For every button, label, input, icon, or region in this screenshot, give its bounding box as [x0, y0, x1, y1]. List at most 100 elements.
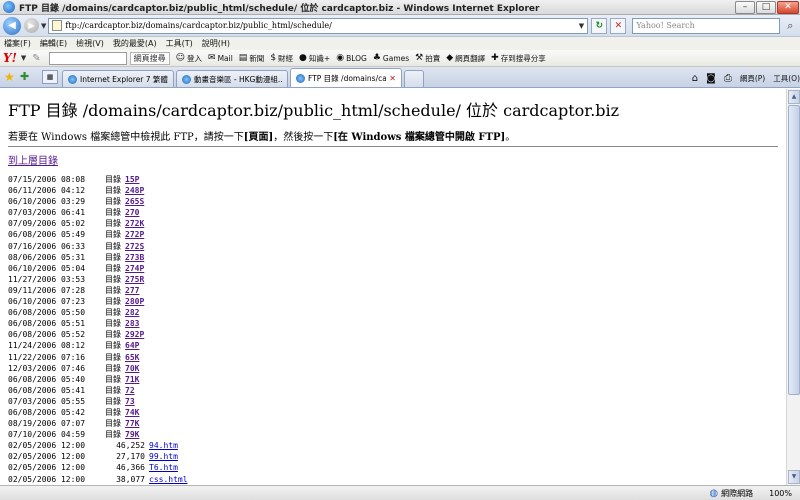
folder-link[interactable]: 272S [125, 242, 144, 251]
folder-link[interactable]: 292P [125, 330, 144, 339]
listing-date: 11/24/2006 08:12 [8, 341, 86, 351]
listing-row: 06/08/2006 05:51 目錄 283 [8, 318, 188, 329]
yahoo-finance[interactable]: $ 財經 [270, 53, 293, 64]
listing-type: 目錄 [105, 241, 121, 251]
address-bar[interactable]: ftp://cardcaptor.biz/domains/cardcaptor.… [48, 17, 589, 34]
listing-date: 06/11/2006 04:12 [8, 186, 86, 196]
listing-date: 06/10/2006 03:29 [8, 197, 86, 207]
listing-date: 06/10/2006 05:04 [8, 263, 86, 273]
folder-link[interactable]: 275R [125, 275, 144, 284]
favorites-star-icon[interactable]: ★ [4, 70, 18, 84]
menu-help[interactable]: 說明(H) [202, 38, 230, 49]
listing-date: 06/08/2006 05:40 [8, 374, 86, 384]
new-tab-button[interactable] [404, 70, 424, 87]
address-input[interactable]: ftp://cardcaptor.biz/domains/cardcaptor.… [65, 21, 575, 30]
back-button[interactable]: ◀ [3, 16, 21, 35]
home-icon[interactable]: ⌂ [692, 73, 698, 84]
listing-date: 07/10/2006 04:59 [8, 430, 86, 440]
quick-tabs-icon[interactable]: ▦ [42, 70, 58, 84]
listing-row: 07/16/2006 06:33 目錄 272S [8, 241, 188, 252]
menu-tools[interactable]: 工具(T) [166, 38, 193, 49]
folder-link[interactable]: 273B [125, 253, 144, 262]
yahoo-mail[interactable]: ✉ Mail [208, 53, 233, 63]
tab-hkg[interactable]: 動畫音樂區 - HKG動漫組... [176, 70, 288, 87]
page-menu[interactable]: 網頁(P) [740, 73, 765, 84]
ftp-description: 若要在 Windows 檔案總管中檢視此 FTP，請按一下[頁面]，然後按一下[… [8, 132, 516, 143]
yahoo-games[interactable]: ♣ Games [373, 53, 409, 63]
file-link[interactable]: 99.htm [149, 452, 178, 461]
history-dropdown-icon[interactable]: ▼ [41, 22, 46, 30]
file-link[interactable]: T6.htm [149, 463, 178, 472]
yahoo-share[interactable]: ✚ 存到搜尋分享 [491, 53, 546, 64]
folder-link[interactable]: 265S [125, 197, 144, 206]
command-bar: ⌂ ◙ ⎙ 網頁(P) 工具(O) [684, 73, 800, 84]
file-link[interactable]: 94.htm [149, 441, 178, 450]
listing-size: 46,252 [116, 441, 145, 451]
search-input[interactable]: Yahoo! Search [632, 17, 781, 34]
folder-link[interactable]: 277 [125, 286, 139, 295]
folder-link[interactable]: 74K [125, 408, 139, 417]
tab-close-icon[interactable]: ✕ [389, 74, 396, 83]
yahoo-translate[interactable]: ◆ 網頁翻譯 [446, 53, 485, 64]
menu-view[interactable]: 檢視(V) [76, 38, 104, 49]
yahoo-search-button[interactable]: 網頁搜尋 [129, 51, 170, 65]
folder-link[interactable]: 283 [125, 319, 139, 328]
refresh-button[interactable]: ↻ [591, 17, 608, 34]
scroll-thumb[interactable] [788, 105, 800, 395]
yahoo-dropdown-icon[interactable]: ▼ [21, 54, 26, 62]
scroll-up-icon[interactable]: ▲ [788, 90, 800, 104]
yahoo-logo[interactable]: Y! [3, 51, 17, 65]
folder-link[interactable]: 15P [125, 175, 139, 184]
tab-ftp[interactable]: FTP 目錄 /domains/cardca... ✕ [290, 68, 402, 87]
folder-link[interactable]: 79K [125, 430, 139, 439]
folder-link[interactable]: 248P [125, 186, 144, 195]
folder-link[interactable]: 282 [125, 308, 139, 317]
security-zone[interactable]: ◍ 網際網路 [709, 488, 753, 499]
listing-date: 02/05/2006 12:00 [8, 474, 86, 484]
maximize-button[interactable]: □ [756, 0, 776, 14]
vertical-scrollbar[interactable]: ▲ ▼ [786, 89, 800, 485]
folder-link[interactable]: 70K [125, 364, 139, 373]
zoom-level[interactable]: 100% [769, 489, 792, 498]
print-icon[interactable]: ⎙ [724, 73, 732, 84]
menu-favorites[interactable]: 我的最愛(A) [113, 38, 157, 49]
feeds-icon[interactable]: ◙ [706, 73, 716, 84]
folder-link[interactable]: 71K [125, 375, 139, 384]
stop-button[interactable]: ✕ [610, 17, 627, 34]
yahoo-search-input[interactable] [48, 51, 127, 65]
menu-edit[interactable]: 編輯(E) [40, 38, 67, 49]
listing-type: 目錄 [105, 374, 121, 384]
parent-directory-link[interactable]: 到上層目錄 [8, 152, 58, 167]
menu-file[interactable]: 檔案(F) [4, 38, 31, 49]
search-icon[interactable]: ⌕ [782, 18, 798, 34]
folder-link[interactable]: 272P [125, 230, 144, 239]
tab-ie7[interactable]: Internet Explorer 7 繁體中文... [62, 70, 174, 87]
listing-type: 目錄 [105, 308, 121, 318]
yahoo-login[interactable]: ☺ 登入 [176, 53, 202, 64]
address-dropdown-icon[interactable]: ▼ [575, 22, 587, 30]
folder-link[interactable]: 72 [125, 386, 135, 395]
pencil-icon[interactable]: ✎ [32, 53, 40, 64]
tab-favicon-icon [182, 74, 191, 84]
scroll-down-icon[interactable]: ▼ [788, 470, 800, 484]
close-button[interactable]: ✕ [777, 0, 799, 14]
file-link[interactable]: css.html [149, 475, 188, 484]
yahoo-answers[interactable]: ● 知識+ [299, 53, 330, 64]
folder-link[interactable]: 64P [125, 341, 139, 350]
folder-link[interactable]: 65K [125, 353, 139, 362]
folder-link[interactable]: 272K [125, 219, 144, 228]
forward-button[interactable]: ▶ [24, 18, 39, 33]
folder-link[interactable]: 280P [125, 297, 144, 306]
yahoo-auction[interactable]: ⚒ 拍賣 [415, 53, 440, 64]
globe-icon: ◍ [709, 487, 719, 499]
folder-link[interactable]: 270 [125, 208, 139, 217]
yahoo-blog[interactable]: ◉ BLOG [336, 53, 367, 63]
tools-menu[interactable]: 工具(O) [773, 73, 800, 84]
minimize-button[interactable]: – [735, 0, 755, 14]
folder-link[interactable]: 73 [125, 397, 135, 406]
listing-row: 07/09/2006 05:02 目錄 272K [8, 218, 188, 229]
add-favorite-icon[interactable]: ✚ [20, 70, 34, 84]
yahoo-news[interactable]: ▤ 新聞 [239, 53, 265, 64]
folder-link[interactable]: 77K [125, 419, 139, 428]
folder-link[interactable]: 274P [125, 264, 144, 273]
